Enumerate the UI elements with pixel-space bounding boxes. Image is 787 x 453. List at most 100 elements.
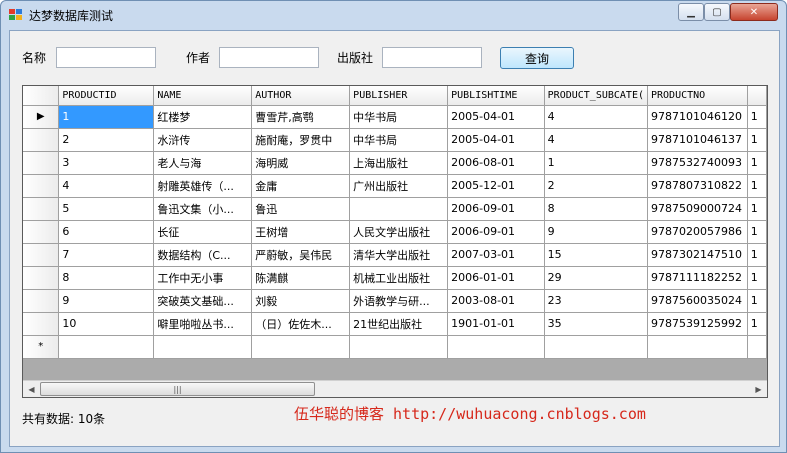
grid-cell[interactable]: 2006-08-01 <box>447 151 545 175</box>
grid-cell[interactable]: 1 <box>747 266 767 290</box>
row-header[interactable] <box>23 151 60 175</box>
grid-cell[interactable]: 3 <box>58 151 155 175</box>
table-row[interactable]: ▶ 1 红楼梦 曹雪芹,高鹗 中华书局 2005-04-01 4 9787101046120 1 <box>23 105 767 129</box>
grid-cell[interactable]: 1 <box>747 289 767 313</box>
grid-cell[interactable]: 1 <box>747 105 767 129</box>
row-header[interactable] <box>23 289 60 313</box>
grid-cell[interactable]: 9787807310822 <box>647 174 748 198</box>
grid-cell[interactable]: 7 <box>58 243 155 267</box>
row-header[interactable] <box>23 174 60 198</box>
grid-cell[interactable]: 2006-09-01 <box>447 220 545 244</box>
grid-cell[interactable]: 人民文学出版社 <box>349 220 449 244</box>
table-row[interactable]: 4 射雕英雄传（... 金庸 广州出版社 2005-12-01 2 978780731082… <box>23 174 767 198</box>
column-header[interactable]: PUBLISHTIME <box>447 86 545 106</box>
row-header[interactable] <box>23 243 60 267</box>
column-header[interactable]: PRODUCTNO <box>647 86 748 106</box>
grid-cell[interactable] <box>153 335 253 359</box>
column-header[interactable]: PRODUCTID <box>58 86 155 106</box>
grid-cell[interactable]: 外语教学与研... <box>349 289 449 313</box>
grid-cell[interactable]: 中华书局 <box>349 105 449 129</box>
grid-cell[interactable]: 机械工业出版社 <box>349 266 449 290</box>
grid-cell[interactable]: 1 <box>747 220 767 244</box>
row-header[interactable] <box>23 128 60 152</box>
grid-cell[interactable]: 严蔚敏，吴伟民 <box>251 243 351 267</box>
grid-cell[interactable]: 1 <box>747 243 767 267</box>
column-header[interactable]: AUTHOR <box>251 86 351 106</box>
grid-cell[interactable]: 23 <box>544 289 648 313</box>
title-bar[interactable]: 达梦数据库测试 ▁ ▢ ✕ <box>1 1 786 29</box>
grid-cell[interactable]: 上海出版社 <box>349 151 449 175</box>
table-row[interactable]: 8 工作中无小事 陈满麒 机械工业出版社 2006-01-01 29 97871111822… <box>23 266 767 290</box>
grid-cell[interactable]: 清华大学出版社 <box>349 243 449 267</box>
grid-cell[interactable]: 2003-08-01 <box>447 289 545 313</box>
grid-cell[interactable]: 9787111182252 <box>647 266 748 290</box>
grid-cell[interactable]: 刘毅 <box>251 289 351 313</box>
row-header[interactable] <box>23 312 60 336</box>
grid-cell[interactable]: 2005-04-01 <box>447 128 545 152</box>
grid-cell[interactable]: 9787101046120 <box>647 105 748 129</box>
close-button[interactable]: ✕ <box>730 3 778 21</box>
table-row[interactable]: 6 长征 王树增 人民文学出版社 2006-09-01 9 9787020057986 1 <box>23 220 767 244</box>
grid-cell[interactable]: 数据结构（C... <box>153 243 253 267</box>
grid-cell[interactable]: 1901-01-01 <box>447 312 545 336</box>
grid-cell[interactable]: 9787509000724 <box>647 197 748 221</box>
column-header[interactable]: PUBLISHER <box>349 86 449 106</box>
grid-cell[interactable]: 5 <box>58 197 155 221</box>
grid-cell[interactable]: 15 <box>544 243 648 267</box>
grid-cell[interactable]: 鲁迅文集（小... <box>153 197 253 221</box>
grid-cell[interactable]: 1 <box>747 151 767 175</box>
grid-cell[interactable]: 4 <box>544 105 648 129</box>
grid-cell[interactable]: 9787101046137 <box>647 128 748 152</box>
horizontal-scrollbar[interactable]: ◀ ||| ▶ <box>23 380 767 397</box>
grid-cell[interactable]: 9787560035024 <box>647 289 748 313</box>
table-row[interactable]: 3 老人与海 海明威 上海出版社 2006-08-01 1 9787532740093 1 <box>23 151 767 175</box>
grid-cell[interactable] <box>349 197 449 221</box>
row-header[interactable] <box>23 197 60 221</box>
row-header[interactable]: ▶ <box>23 105 60 129</box>
grid-cell[interactable]: 6 <box>58 220 155 244</box>
grid-cell[interactable]: 1 <box>747 128 767 152</box>
grid-cell[interactable]: 9787532740093 <box>647 151 748 175</box>
table-row[interactable]: 5 鲁迅文集（小... 鲁迅 2006-09-01 8 9787509000724 1 <box>23 197 767 221</box>
grid-cell[interactable]: 王树增 <box>251 220 351 244</box>
grid-cell[interactable] <box>58 335 155 359</box>
grid-cell[interactable] <box>647 335 748 359</box>
data-grid[interactable]: PRODUCTID NAME AUTHOR PUBLISHER PUBLISHT… <box>22 85 768 398</box>
name-input[interactable] <box>56 47 156 68</box>
grid-cell[interactable]: 金庸 <box>251 174 351 198</box>
grid-cell[interactable]: 1 <box>747 312 767 336</box>
grid-cell[interactable] <box>747 335 767 359</box>
new-row[interactable]: * <box>23 335 767 359</box>
grid-cell[interactable]: 中华书局 <box>349 128 449 152</box>
grid-cell[interactable]: 9 <box>544 220 648 244</box>
grid-cell[interactable]: 长征 <box>153 220 253 244</box>
grid-cell[interactable]: 35 <box>544 312 648 336</box>
grid-cell[interactable]: 8 <box>544 197 648 221</box>
table-row[interactable]: 9 突破英文基础... 刘毅 外语教学与研... 2003-08-01 23 9787560… <box>23 289 767 313</box>
grid-cell[interactable]: 10 <box>58 312 155 336</box>
scroll-left-icon[interactable]: ◀ <box>23 381 40 397</box>
grid-cell[interactable]: （日）佐佐木... <box>251 312 351 336</box>
grid-cell[interactable]: 水浒传 <box>153 128 253 152</box>
grid-cell[interactable]: 2 <box>58 128 155 152</box>
grid-cell[interactable]: 9787020057986 <box>647 220 748 244</box>
grid-cell[interactable]: 陈满麒 <box>251 266 351 290</box>
grid-cell[interactable]: 2006-09-01 <box>447 197 545 221</box>
grid-cell[interactable]: 9 <box>58 289 155 313</box>
row-header[interactable] <box>23 220 60 244</box>
grid-cell[interactable]: 曹雪芹,高鹗 <box>251 105 351 129</box>
grid-cell[interactable] <box>349 335 449 359</box>
minimize-button[interactable]: ▁ <box>678 3 704 21</box>
grid-cell[interactable]: 2006-01-01 <box>447 266 545 290</box>
table-row[interactable]: 10 噼里啪啦丛书... （日）佐佐木... 21世纪出版社 1901-01-01 35 9… <box>23 312 767 336</box>
grid-cell[interactable]: 2 <box>544 174 648 198</box>
grid-cell[interactable]: 射雕英雄传（... <box>153 174 253 198</box>
grid-cell[interactable]: 施耐庵，罗贯中 <box>251 128 351 152</box>
grid-cell[interactable]: 突破英文基础... <box>153 289 253 313</box>
grid-cell[interactable]: 1 <box>747 197 767 221</box>
grid-cell[interactable]: 4 <box>58 174 155 198</box>
grid-cell[interactable] <box>544 335 648 359</box>
grid-cell[interactable]: 2007-03-01 <box>447 243 545 267</box>
row-header[interactable] <box>23 266 60 290</box>
grid-cell[interactable]: 1 <box>747 174 767 198</box>
